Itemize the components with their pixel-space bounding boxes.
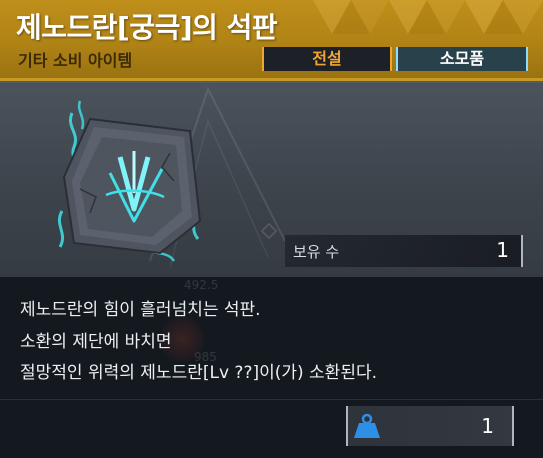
category-tag: 소모품 [396,47,528,71]
owned-count-box: 보유 수 1 [285,235,523,267]
weight-value: 1 [481,414,494,438]
owned-count-value: 1 [496,238,509,262]
item-header: 제노드란[궁극]의 석판 기타 소비 아이템 전설 소모품 [0,0,543,78]
rarity-tag: 전설 [262,47,392,71]
owned-count-label: 보유 수 [293,243,340,261]
item-footer: 1 [0,393,543,458]
item-subtitle: 기타 소비 아이템 [18,51,133,70]
glowing-stone-tablet-icon [57,100,202,262]
item-image-area: 보유 수 1 [0,81,543,277]
weight-icon [354,413,380,438]
description-line-2: 소환의 제단에 바치면 [20,332,172,352]
weight-box: 1 [346,406,514,446]
footer-divider [0,399,543,400]
description-line-3: 절망적인 위력의 제노드란[Lv ??]이(가) 소환된다. [20,363,378,383]
description-line-1: 제노드란의 힘이 흘러넘치는 석판. [20,300,261,320]
item-description: 492.5 985 제노드란의 힘이 흘러넘치는 석판. 소환의 제단에 바치면… [0,277,543,393]
background-ghost-number: 492.5 [184,278,219,292]
item-tooltip-panel: 제노드란[궁극]의 석판 기타 소비 아이템 전설 소모품 보유 수 1 492… [0,0,543,458]
item-title: 제노드란[궁극]의 석판 [16,11,278,44]
